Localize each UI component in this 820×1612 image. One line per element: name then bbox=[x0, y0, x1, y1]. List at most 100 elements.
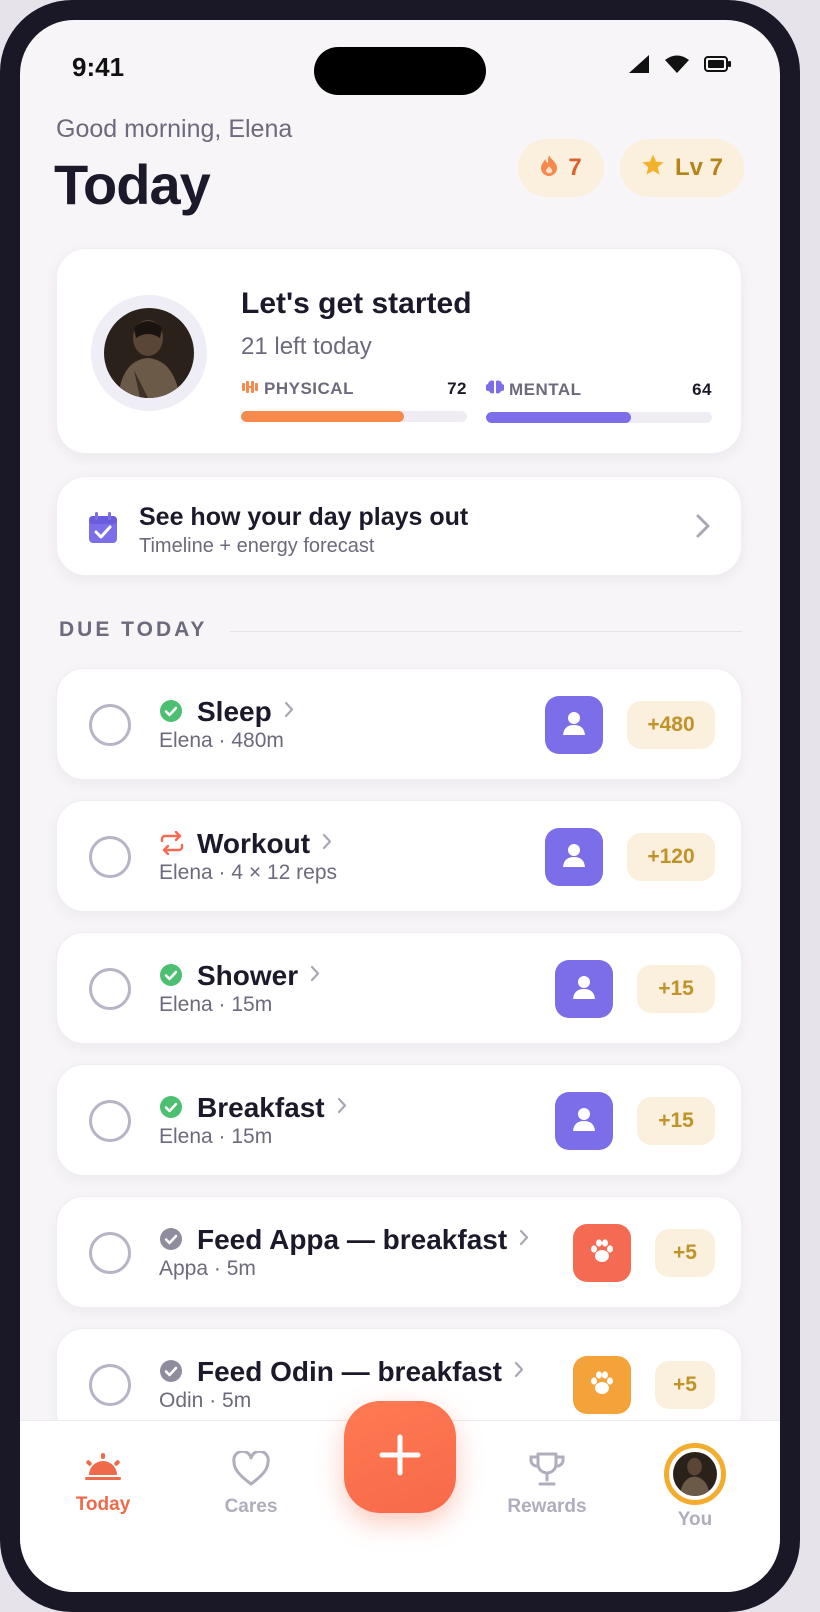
phone-frame: 9:41 Good morning, Elena Today 7 Lv 7 Le… bbox=[0, 0, 800, 1612]
section-title-due-today: DUE TODAY bbox=[59, 618, 208, 641]
person-icon bbox=[569, 972, 599, 1007]
task-name-wrap: Feed Appa — breakfast bbox=[197, 1221, 529, 1256]
points-badge: +5 bbox=[655, 1229, 715, 1277]
heart-icon bbox=[231, 1449, 271, 1492]
nav-label-you: You bbox=[677, 1509, 713, 1530]
battery-icon bbox=[704, 56, 732, 77]
physical-bar-fill bbox=[241, 411, 404, 422]
task-complete-checkbox[interactable] bbox=[89, 704, 131, 746]
points-badge: +5 bbox=[655, 1361, 715, 1409]
level-badge[interactable]: Lv 7 bbox=[620, 139, 744, 197]
nav-label-rewards: Rewards bbox=[507, 1496, 587, 1517]
wifi-icon bbox=[664, 54, 690, 79]
repeat-icon bbox=[159, 830, 184, 856]
assignee-badge[interactable] bbox=[555, 1092, 613, 1150]
points-badge: +15 bbox=[637, 1097, 715, 1145]
star-icon bbox=[641, 153, 665, 184]
physical-bar-track bbox=[241, 411, 467, 422]
paw-icon bbox=[587, 1368, 617, 1403]
streak-badge[interactable]: 7 bbox=[518, 139, 604, 197]
task-name: Shower bbox=[197, 960, 299, 991]
app-screen: 9:41 Good morning, Elena Today 7 Lv 7 Le… bbox=[20, 20, 780, 1592]
page-title: Today bbox=[54, 153, 211, 216]
task-name: Workout bbox=[197, 828, 311, 859]
task-complete-checkbox[interactable] bbox=[89, 968, 131, 1010]
trophy-icon bbox=[527, 1451, 567, 1492]
task-complete-checkbox[interactable] bbox=[89, 1364, 131, 1406]
paw-icon bbox=[587, 1236, 617, 1271]
cellular-signal-icon bbox=[628, 54, 650, 79]
assignee-badge[interactable] bbox=[545, 828, 603, 886]
mental-bar-track bbox=[486, 412, 712, 423]
task-meta: Elena · 4 × 12 reps bbox=[159, 861, 338, 884]
mental-bar-fill bbox=[486, 412, 631, 423]
chevron-right-icon bbox=[514, 1353, 524, 1385]
flame-icon bbox=[540, 154, 558, 183]
points-badge: +480 bbox=[627, 701, 715, 749]
check-circle-grey-icon bbox=[159, 1359, 183, 1383]
task-meta: Elena · 15m bbox=[159, 1125, 273, 1148]
assignee-badge[interactable] bbox=[573, 1224, 631, 1282]
check-circle-icon bbox=[159, 699, 183, 723]
mental-value: 64 bbox=[692, 379, 712, 399]
nav-tab-you[interactable]: You bbox=[640, 1443, 750, 1531]
chevron-right-icon bbox=[519, 1221, 529, 1253]
greeting-text: Good morning, Elena bbox=[56, 115, 293, 143]
points-badge: +120 bbox=[627, 833, 715, 881]
task-row[interactable]: Shower Elena · 15m +15 bbox=[56, 932, 742, 1044]
task-name: Sleep bbox=[197, 696, 272, 727]
avatar-photo bbox=[104, 308, 194, 398]
task-row[interactable]: Sleep Elena · 480m +480 bbox=[56, 668, 742, 780]
you-avatar bbox=[664, 1443, 726, 1505]
calendar-check-icon bbox=[87, 511, 119, 550]
mental-meter: MENTAL 64 bbox=[484, 379, 712, 423]
task-meta: Appa · 5m bbox=[159, 1257, 256, 1280]
person-icon bbox=[559, 708, 589, 743]
forecast-subtitle: Timeline + energy forecast bbox=[139, 535, 375, 557]
assignee-badge[interactable] bbox=[555, 960, 613, 1018]
task-row[interactable]: Workout Elena · 4 × 12 reps +120 bbox=[56, 800, 742, 912]
tasks-remaining: 21 left today bbox=[241, 333, 372, 360]
task-complete-checkbox[interactable] bbox=[89, 1232, 131, 1274]
chevron-right-icon bbox=[695, 513, 711, 544]
nav-label-cares: Cares bbox=[224, 1496, 278, 1517]
task-name-wrap: Breakfast bbox=[197, 1089, 347, 1124]
plus-icon bbox=[378, 1433, 422, 1482]
task-row[interactable]: Feed Appa — breakfast Appa · 5m +5 bbox=[56, 1196, 742, 1308]
assignee-badge[interactable] bbox=[545, 696, 603, 754]
streak-count: 7 bbox=[568, 154, 582, 181]
avatar-photo-small bbox=[673, 1452, 717, 1496]
forecast-title: See how your day plays out bbox=[139, 503, 469, 531]
physical-value: 72 bbox=[447, 379, 467, 398]
physical-label: PHYSICAL bbox=[264, 379, 354, 398]
nav-tab-today[interactable]: Today bbox=[48, 1451, 158, 1516]
dumbbell-icon bbox=[241, 379, 259, 399]
nav-tab-cares[interactable]: Cares bbox=[196, 1449, 306, 1518]
task-name-wrap: Sleep bbox=[197, 693, 294, 728]
task-name-wrap: Feed Odin — breakfast bbox=[197, 1353, 524, 1388]
task-complete-checkbox[interactable] bbox=[89, 836, 131, 878]
chevron-right-icon bbox=[337, 1089, 347, 1121]
sunrise-icon bbox=[81, 1451, 125, 1490]
chevron-right-icon bbox=[322, 825, 332, 857]
level-label: Lv 7 bbox=[674, 154, 724, 181]
person-icon bbox=[559, 840, 589, 875]
physical-meter: PHYSICAL 72 bbox=[241, 379, 467, 422]
check-circle-icon bbox=[159, 1095, 183, 1119]
dynamic-island bbox=[314, 47, 486, 95]
task-row[interactable]: Breakfast Elena · 15m +15 bbox=[56, 1064, 742, 1176]
brain-icon bbox=[484, 379, 506, 400]
points-badge: +15 bbox=[637, 965, 715, 1013]
profile-avatar[interactable] bbox=[91, 295, 207, 411]
status-time: 9:41 bbox=[72, 52, 125, 82]
add-task-button[interactable] bbox=[344, 1401, 456, 1513]
task-name-wrap: Workout bbox=[197, 825, 332, 860]
summary-title: Let's get started bbox=[241, 287, 472, 320]
assignee-badge[interactable] bbox=[573, 1356, 631, 1414]
day-forecast-link[interactable]: See how your day plays out Timeline + en… bbox=[56, 476, 742, 576]
task-meta: Elena · 15m bbox=[159, 993, 273, 1016]
nav-tab-rewards[interactable]: Rewards bbox=[492, 1451, 602, 1518]
status-icons bbox=[628, 54, 732, 79]
task-complete-checkbox[interactable] bbox=[89, 1100, 131, 1142]
chevron-right-icon bbox=[310, 957, 320, 989]
